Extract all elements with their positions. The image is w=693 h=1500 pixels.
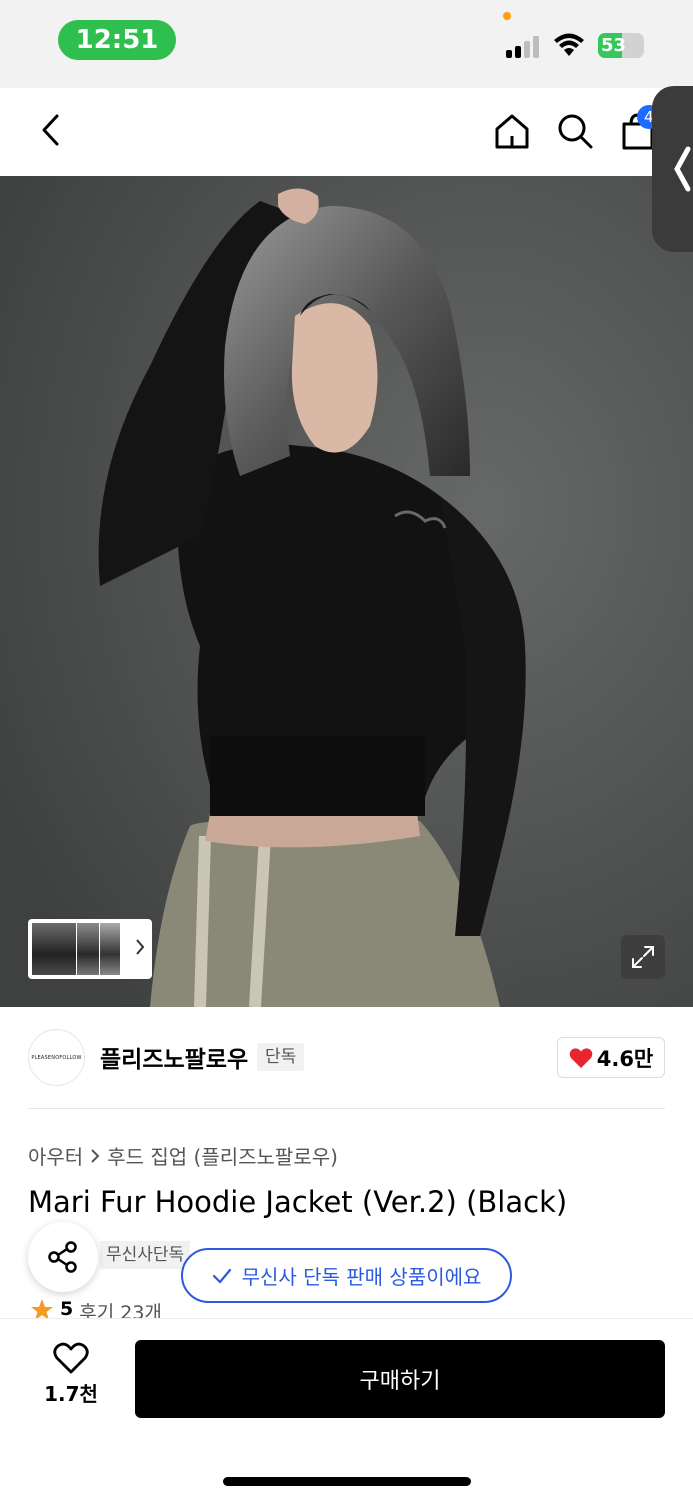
brand-like-count: 4.6만	[596, 1046, 654, 1071]
chevron-left-icon	[42, 114, 59, 146]
battery-label: 53	[601, 35, 627, 56]
heart-outline-icon	[53, 1342, 89, 1374]
fullscreen-button[interactable]	[621, 935, 665, 979]
thumbnail-image[interactable]	[77, 923, 99, 975]
chevron-right-icon	[136, 939, 145, 955]
wishlist-count: 1.7천	[44, 1382, 98, 1406]
brand-name[interactable]: 플리즈노팔로우	[100, 1040, 248, 1074]
breadcrumb: 아우터 후드 집업 (플리즈노팔로우)	[28, 1141, 338, 1170]
check-icon	[212, 1268, 231, 1284]
exclusive-toast: 무신사 단독 판매 상품이에요	[181, 1248, 512, 1303]
toast-text: 무신사 단독 판매 상품이에요	[241, 1265, 482, 1289]
wishlist-button[interactable]: 1.7천	[40, 1342, 102, 1412]
divider	[28, 1108, 665, 1109]
wifi-icon	[554, 33, 584, 56]
breadcrumb-subcategory[interactable]: 후드 집업 (플리즈노팔로우)	[107, 1141, 338, 1170]
battery-icon: 53	[598, 33, 644, 58]
product-photo	[0, 176, 693, 1007]
search-icon	[558, 114, 593, 149]
brand-like-button[interactable]: 4.6만	[557, 1037, 665, 1078]
exclusive-badge: 단독	[257, 1043, 305, 1071]
product-title: Mari Fur Hoodie Jacket (Ver.2) (Black)	[28, 1185, 568, 1219]
musinsa-exclusive-badge: 무신사단독	[100, 1241, 191, 1269]
rating-score: 5	[60, 1298, 74, 1320]
share-button[interactable]	[28, 1222, 98, 1292]
status-bar: 12:51 53	[0, 0, 693, 88]
thumbnail-image[interactable]	[32, 923, 76, 975]
product-image[interactable]	[0, 176, 693, 1007]
side-drawer-tab[interactable]	[652, 86, 693, 252]
heart-filled-icon	[569, 1047, 593, 1068]
top-nav	[0, 88, 693, 176]
brand-logo[interactable]: PLEASENOFOLLOW	[28, 1029, 85, 1086]
home-indicator	[223, 1477, 471, 1486]
thumbnail-strip[interactable]	[28, 919, 152, 979]
star-icon	[31, 1299, 53, 1320]
search-button[interactable]	[553, 108, 597, 154]
home-icon	[495, 114, 529, 149]
privacy-indicator	[503, 12, 511, 20]
back-button[interactable]	[30, 108, 70, 152]
thumbnail-image[interactable]	[100, 923, 120, 975]
share-icon	[48, 1241, 77, 1273]
buy-button[interactable]: 구매하기	[135, 1340, 665, 1418]
expand-icon	[632, 946, 654, 968]
chevron-left-icon	[674, 146, 691, 192]
rating-row[interactable]: 5 후기 23개	[30, 1298, 162, 1320]
chevron-right-icon	[91, 1148, 100, 1163]
home-button[interactable]	[490, 108, 534, 154]
review-count[interactable]: 후기 23개	[79, 1298, 162, 1320]
status-time: 12:51	[58, 20, 176, 60]
breadcrumb-category[interactable]: 아우터	[28, 1141, 83, 1170]
signal-icon	[506, 34, 542, 58]
brand-logo-text: PLEASENOFOLLOW	[31, 1054, 82, 1061]
